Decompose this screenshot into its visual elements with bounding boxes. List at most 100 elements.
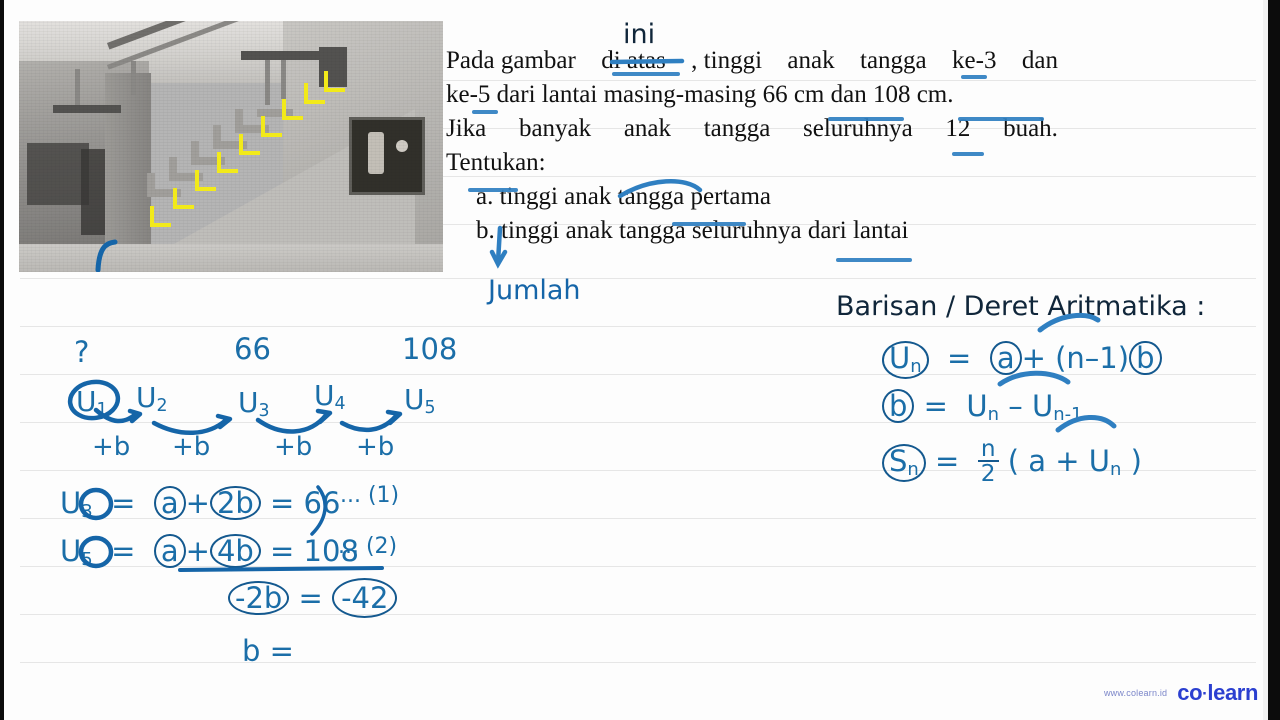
sequence-step-2: +b xyxy=(172,432,211,462)
sequence-term-u1: U1 xyxy=(76,385,108,420)
formula-sn-lhs: Sn xyxy=(882,443,926,482)
problem-line-1-w4: dan xyxy=(1021,47,1058,74)
problem-statement: Pada gambar di atas , tinggi anak tangga… xyxy=(446,44,1066,248)
step-marker-3 xyxy=(195,170,216,191)
sequence-term-u2: U2 xyxy=(136,381,168,416)
problem-line-3-w4: tangga xyxy=(703,115,771,142)
sequence-term-u4: U4 xyxy=(314,379,346,414)
term-base-4: U xyxy=(314,379,335,412)
problem-line-1-part-a: Pada gambar xyxy=(446,47,576,74)
logo-brand-left: co xyxy=(1177,680,1203,705)
logo-url: www.colearn.id xyxy=(1103,688,1168,698)
sequence-unknown: ? xyxy=(74,335,90,369)
eq1-term-2b: 2b xyxy=(209,486,261,521)
eq2-equals: = xyxy=(101,534,145,568)
sequence-value-u5: 108 xyxy=(402,332,458,366)
annotation-jumlah: Jumlah xyxy=(488,275,581,306)
formula-heading: Barisan / Deret Aritmatika : xyxy=(836,291,1206,322)
formula-b-equals: = xyxy=(923,389,958,423)
formula-un-lhs: Un xyxy=(882,341,929,379)
problem-line-3-w6: 12 xyxy=(945,115,971,142)
equation-result: -2b = -42 xyxy=(228,578,398,618)
page-edge-right xyxy=(1268,0,1280,720)
formula-b-rhs: Un – Un-1 xyxy=(966,389,1083,425)
eq1-plus: + xyxy=(185,486,210,520)
step-marker-2 xyxy=(173,188,194,209)
notebook-page: Pada gambar di atas , tinggi anak tangga… xyxy=(0,0,1280,720)
step-marker-7 xyxy=(282,99,303,120)
logo-brand-right: learn xyxy=(1207,680,1258,705)
annotation-ini: ini xyxy=(623,19,656,50)
colearn-logo: www.colearn.id co·learn xyxy=(1104,680,1258,706)
eq2-plus: + xyxy=(185,534,210,568)
formula-un-a: a xyxy=(989,341,1022,376)
logo-brand: co·learn xyxy=(1177,680,1258,706)
problem-line-2: ke-5 dari lantai masing-masing 66 cm dan… xyxy=(446,81,954,108)
equation-1-tag: ... (1) xyxy=(340,483,400,508)
problem-line-4: Tentukan: xyxy=(446,149,546,176)
sequence-term-u5: U5 xyxy=(404,383,436,418)
term-sub-2: 2 xyxy=(156,395,168,416)
problem-line-3-w7: buah. xyxy=(1003,115,1058,142)
problem-item-b: b. tinggi anak tangga seluruhnya dari la… xyxy=(476,217,909,244)
result-rhs: -42 xyxy=(332,578,398,618)
problem-line-1-w1: anak xyxy=(787,47,835,74)
equation-final-b: b = xyxy=(242,634,294,668)
problem-item-a: a. tinggi anak tangga pertama xyxy=(476,183,772,210)
sequence-term-u3: U3 xyxy=(238,386,270,421)
step-marker-5 xyxy=(239,134,260,155)
formula-sn-numerator: n xyxy=(977,437,999,463)
result-lhs: -2b xyxy=(228,581,290,616)
step-marker-9 xyxy=(324,71,345,92)
problem-line-3-w3: anak xyxy=(623,115,672,142)
formula-sn-denominator: 2 xyxy=(980,460,996,488)
term-base-3: U xyxy=(238,386,259,419)
problem-line-1-part-b: , tinggi xyxy=(691,47,763,74)
eq2-lhs: U5 xyxy=(60,534,93,570)
eq1-term-a: a xyxy=(153,486,186,521)
term-sub-4: 4 xyxy=(334,393,346,414)
staircase-photo xyxy=(19,21,443,272)
equation-2: U5 = a +4b = 108 xyxy=(60,534,359,570)
sequence-step-4: +b xyxy=(356,432,395,462)
term-sub-1: 1 xyxy=(96,399,108,420)
formula-sn: Sn = n 2 ( a + Un ) xyxy=(882,437,1142,485)
formula-b: b = Un – Un-1 xyxy=(882,389,1083,425)
formula-sn-equals: = xyxy=(935,443,969,478)
blue-hook-mark xyxy=(95,239,118,272)
sequence-step-3: +b xyxy=(274,432,313,462)
step-marker-4 xyxy=(217,152,238,173)
page-edge-left xyxy=(0,0,4,720)
formula-sn-rhs: ( a + Un ) xyxy=(1007,443,1142,480)
problem-line-3-w2: banyak xyxy=(518,115,592,142)
step-marker-6 xyxy=(261,116,282,137)
eq1-equals: = xyxy=(101,486,145,520)
eq1-result: = 66 xyxy=(270,486,341,520)
problem-line-3: Jika banyak anak tangga seluruhnya 12 bu… xyxy=(446,112,1058,146)
problem-line-1-w2: tangga xyxy=(860,47,927,74)
formula-un: Un = a + (n–1) b xyxy=(882,341,1162,379)
eq2-term-a: a xyxy=(153,534,186,569)
term-sub-3: 3 xyxy=(258,400,270,421)
step-marker-8 xyxy=(304,83,325,104)
formula-b-lhs: b xyxy=(882,389,915,424)
term-base-1: U xyxy=(76,385,97,418)
problem-line-1: Pada gambar di atas , tinggi anak tangga… xyxy=(446,44,1058,78)
formula-un-rest: + (n–1) xyxy=(1021,341,1130,375)
problem-line-3-w1: Jika xyxy=(446,115,487,142)
term-base-5: U xyxy=(404,383,425,416)
problem-line-1-w3: ke-3 xyxy=(952,47,997,74)
formula-sn-fraction: n 2 xyxy=(977,437,999,488)
problem-line-3-w5: seluruhnya xyxy=(803,115,913,142)
result-equals: = xyxy=(298,581,323,615)
eq2-term-4b: 4b xyxy=(209,534,261,569)
formula-un-b: b xyxy=(1129,341,1162,376)
sequence-value-u3: 66 xyxy=(234,332,271,366)
formula-un-equals: = xyxy=(937,341,981,375)
step-marker-1 xyxy=(150,206,171,227)
eq1-lhs: U3 xyxy=(60,486,93,522)
equation-1: U3 = a +2b = 66 xyxy=(60,486,340,522)
sequence-step-1: +b xyxy=(92,432,131,462)
term-sub-5: 5 xyxy=(424,397,436,418)
equation-2-tag: ... (2) xyxy=(338,534,398,559)
